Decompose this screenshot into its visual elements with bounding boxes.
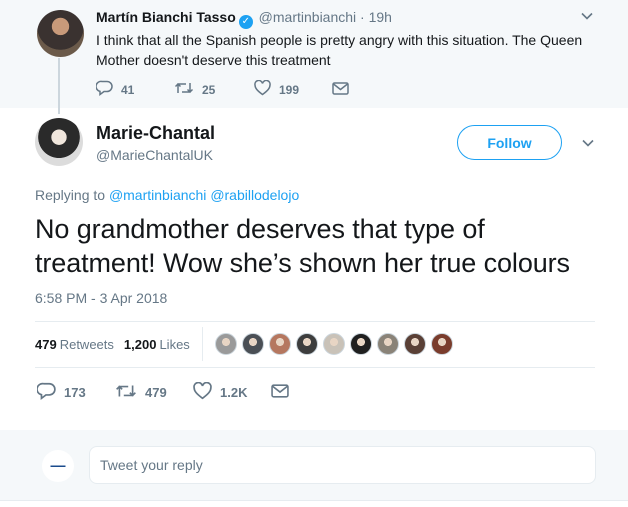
parent-tweet-header: Martín Bianchi Tasso ✓ @martinbianchi · 1… — [96, 9, 392, 29]
reply-input[interactable]: Tweet your reply — [89, 446, 596, 484]
parent-reply-button[interactable]: 41 — [95, 80, 154, 99]
stats-separator — [201, 327, 203, 361]
parent-author-handle[interactable]: @martinbianchi — [259, 9, 356, 25]
current-user-logo-icon: ▬▬▬ — [50, 463, 66, 469]
author-avatar[interactable] — [35, 118, 83, 166]
parent-tweet-text: I think that all the Spanish people is p… — [96, 32, 583, 68]
parent-author-name[interactable]: Martín Bianchi Tasso — [96, 9, 236, 25]
heart-icon — [193, 381, 212, 403]
reply-icon — [36, 382, 56, 403]
liker-avatar[interactable] — [403, 333, 426, 355]
heart-icon — [254, 79, 271, 99]
replying-to-prefix: Replying to — [35, 187, 106, 203]
divider — [0, 500, 628, 501]
liker-avatars — [214, 333, 458, 355]
chevron-down-icon[interactable] — [581, 136, 595, 153]
liker-avatar[interactable] — [376, 333, 399, 355]
liker-avatar[interactable] — [295, 333, 318, 355]
likes-stat[interactable]: 1,200 Likes — [124, 337, 190, 352]
tweet-stats: 479 Retweets 1,200 Likes — [35, 322, 458, 366]
like-button[interactable]: 1.2K — [193, 381, 255, 403]
parent-retweet-button[interactable]: 25 — [174, 80, 234, 99]
parent-tweet-actions: 41 25 199 — [95, 79, 381, 99]
likes-count: 1,200 — [123, 336, 157, 352]
retweets-count: 479 — [35, 336, 57, 352]
parent-message-button[interactable] — [332, 81, 357, 99]
envelope-icon — [271, 383, 289, 402]
parent-like-button[interactable]: 199 — [254, 79, 314, 99]
thread-connector — [58, 58, 60, 114]
liker-avatar[interactable] — [241, 333, 264, 355]
envelope-icon — [332, 81, 349, 99]
retweet-button[interactable]: 479 — [115, 382, 177, 403]
reply-button[interactable]: 173 — [36, 382, 99, 403]
reply-icon — [95, 80, 113, 99]
verified-badge-icon: ✓ — [238, 15, 253, 29]
retweet-icon — [174, 80, 194, 99]
reply-count: 173 — [64, 385, 86, 400]
author-name[interactable]: Marie-Chantal — [96, 123, 215, 144]
liker-avatar[interactable] — [349, 333, 372, 355]
divider — [35, 367, 595, 368]
parent-tweet-time[interactable]: · 19h — [360, 9, 392, 25]
follow-button[interactable]: Follow — [457, 125, 562, 160]
chevron-down-icon[interactable] — [580, 9, 594, 26]
liker-avatar[interactable] — [322, 333, 345, 355]
parent-like-count: 199 — [279, 82, 300, 97]
parent-retweet-count: 25 — [202, 82, 216, 97]
mention-link[interactable]: @rabillodelojo — [210, 187, 299, 203]
author-handle[interactable]: @MarieChantalUK — [96, 147, 213, 163]
retweets-stat[interactable]: 479 Retweets — [35, 337, 114, 352]
liker-avatar[interactable] — [214, 333, 237, 355]
tweet-text: No grandmother deserves that type of tre… — [35, 214, 570, 278]
like-count: 1.2K — [220, 385, 248, 400]
parent-tweet[interactable]: Martín Bianchi Tasso ✓ @martinbianchi · 1… — [0, 0, 628, 114]
parent-author-avatar[interactable] — [37, 10, 84, 57]
parent-reply-count: 41 — [121, 82, 135, 97]
mention-link[interactable]: @martinbianchi — [109, 187, 206, 203]
tweet-timestamp[interactable]: 6:58 PM - 3 Apr 2018 — [35, 290, 167, 306]
message-button[interactable] — [271, 383, 297, 402]
tweet-actions: 173 479 1.2K — [36, 381, 321, 403]
current-user-avatar[interactable]: ▬▬▬ — [42, 450, 74, 482]
likes-label: Likes — [159, 336, 190, 352]
liker-avatar[interactable] — [268, 333, 291, 355]
retweet-count: 479 — [145, 385, 167, 400]
retweet-icon — [115, 382, 137, 403]
replying-to: Replying to @martinbianchi @rabillodeloj… — [35, 187, 299, 203]
retweets-label: Retweets — [59, 336, 114, 352]
liker-avatar[interactable] — [430, 333, 453, 355]
